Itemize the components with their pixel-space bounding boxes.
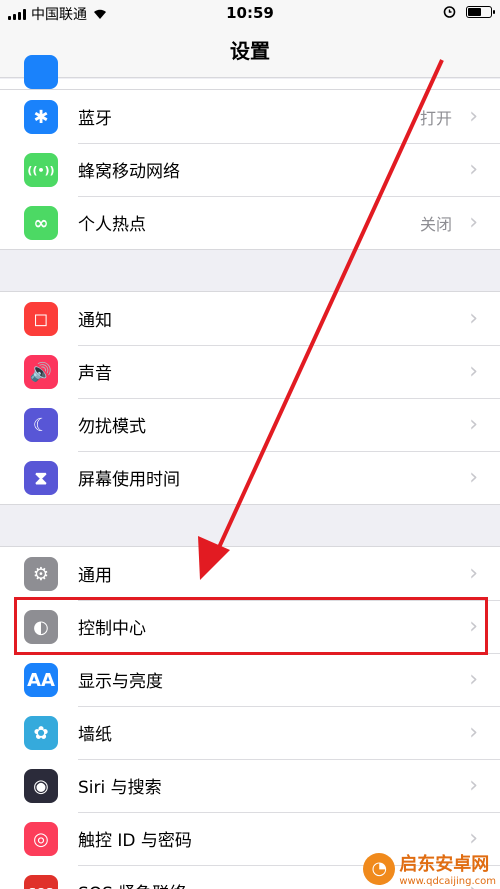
watermark-url: www.qdcaijing.com [399, 876, 496, 887]
qidong-logo-icon: ◔ [363, 852, 396, 885]
watermark-name: 启东安卓网 [399, 854, 490, 875]
watermark: ◔ 启东安卓网 www.qdcaijing.com [363, 850, 496, 887]
annotation-arrow [198, 59, 444, 580]
